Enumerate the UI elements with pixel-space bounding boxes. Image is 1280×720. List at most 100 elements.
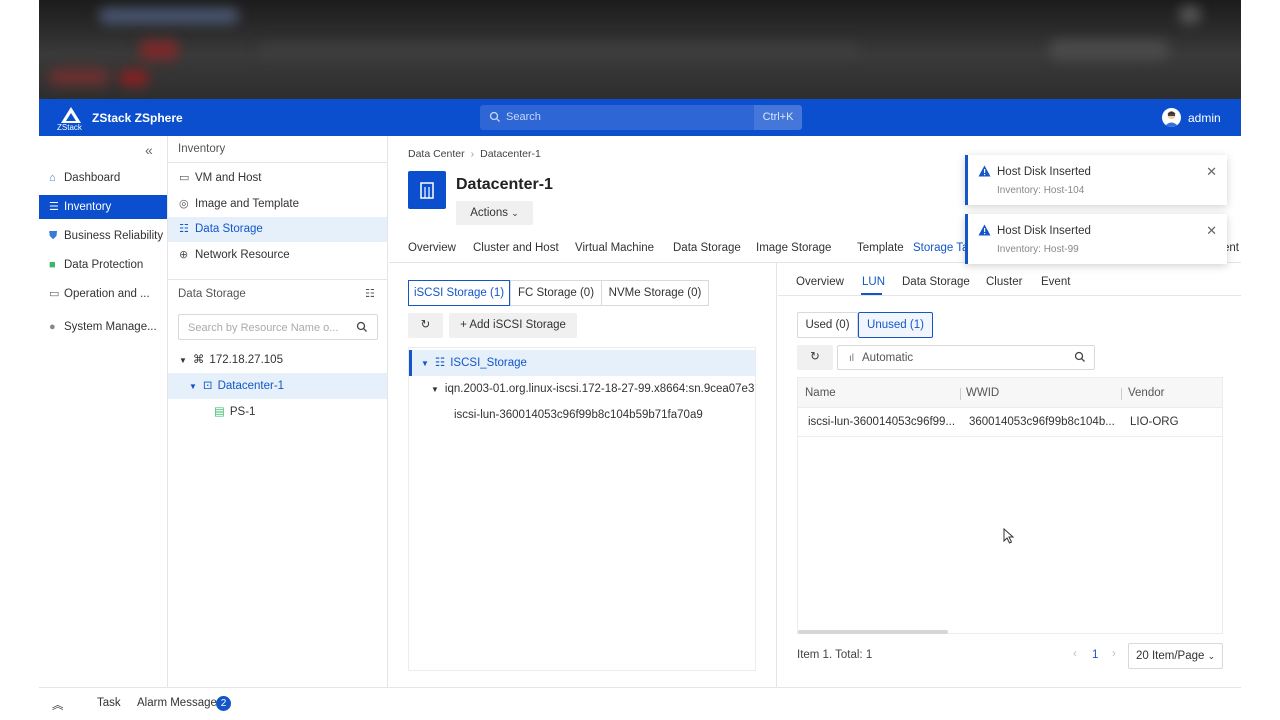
breadcrumb: Data Center › Datacenter-1 bbox=[408, 148, 541, 160]
tab-overview[interactable]: Overview bbox=[408, 242, 456, 254]
used-filter-button[interactable]: Used (0) bbox=[797, 312, 858, 338]
zstack-app: ZStack ZStack ZSphere Search Ctrl+K admi… bbox=[39, 99, 1241, 720]
detail-tab-lun[interactable]: LUN bbox=[862, 276, 885, 288]
detail-tab-overview[interactable]: Overview bbox=[796, 276, 844, 288]
search-icon[interactable] bbox=[1074, 351, 1086, 366]
caret-down-icon[interactable]: ▼ bbox=[179, 356, 187, 365]
tree-row-lun[interactable]: iscsi-lun-360014053c96f99b8c104b59b71fa7… bbox=[409, 402, 755, 428]
nav-label: Inventory bbox=[64, 201, 112, 213]
nav-item-system[interactable]: ● System Manage... bbox=[39, 315, 167, 339]
column-separator[interactable] bbox=[960, 388, 961, 400]
caret-down-icon[interactable]: ▼ bbox=[421, 359, 429, 368]
expand-up-icon[interactable]: ︽ bbox=[52, 697, 64, 713]
detail-tab-divider bbox=[778, 295, 1241, 296]
search-placeholder: Search bbox=[506, 111, 541, 123]
column-separator[interactable] bbox=[1121, 388, 1122, 400]
notification-toast[interactable]: Host Disk Inserted Inventory: Host-99 ✕ bbox=[965, 214, 1227, 264]
datacenter-icon: ⊡ bbox=[202, 380, 213, 392]
unused-filter-button[interactable]: Unused (1) bbox=[858, 312, 933, 338]
chevron-down-icon: ⌄ bbox=[1207, 651, 1216, 661]
cell-vendor: LIO-ORG bbox=[1130, 416, 1179, 428]
refresh-icon: ↻ bbox=[420, 319, 431, 331]
page-number[interactable]: 1 bbox=[1092, 649, 1098, 661]
refresh-button[interactable]: ↻ bbox=[797, 345, 833, 370]
tab-nvme-storage[interactable]: NVMe Storage (0) bbox=[601, 280, 709, 306]
chevron-right-icon: › bbox=[470, 148, 475, 160]
nav-item-inventory[interactable]: ☰ Inventory bbox=[39, 195, 167, 219]
table-header: Name WWID Vendor bbox=[798, 378, 1222, 408]
tab-data-storage[interactable]: Data Storage bbox=[673, 242, 741, 254]
notification-toast[interactable]: Host Disk Inserted Inventory: Host-104 ✕ bbox=[965, 155, 1227, 205]
horizontal-scrollbar[interactable] bbox=[798, 630, 948, 634]
tab-cluster-host[interactable]: Cluster and Host bbox=[473, 242, 559, 254]
resource-search-input[interactable]: Search by Resource Name o... bbox=[178, 314, 378, 340]
breadcrumb-item[interactable]: Data Center bbox=[408, 148, 465, 160]
column-header-name[interactable]: Name bbox=[805, 387, 836, 399]
tree-node-datacenter[interactable]: ▼ ⊡ Datacenter-1 bbox=[168, 373, 387, 399]
inv-item-vm-host[interactable]: ▭ VM and Host bbox=[168, 166, 387, 191]
nav-label: Business Reliability bbox=[64, 230, 164, 242]
alarm-message-button[interactable]: Alarm Message bbox=[137, 697, 217, 709]
toast-title: Host Disk Inserted bbox=[997, 166, 1091, 178]
divider bbox=[168, 162, 387, 163]
inv-item-network[interactable]: ⊕ Network Resource bbox=[168, 243, 387, 268]
add-iscsi-storage-button[interactable]: + Add iSCSI Storage bbox=[449, 313, 577, 338]
tree-row-iscsi-storage[interactable]: ▼ ☷ ISCSI_Storage bbox=[409, 350, 755, 376]
tree-settings-icon[interactable]: ☷ bbox=[365, 287, 375, 300]
globe-icon: ⊕ bbox=[179, 249, 189, 261]
nav-item-data-protection[interactable]: ■ Data Protection bbox=[39, 253, 167, 277]
storage-icon: ▤ bbox=[214, 406, 225, 418]
avatar[interactable] bbox=[1162, 108, 1181, 127]
next-page-icon[interactable]: › bbox=[1112, 648, 1116, 660]
prev-page-icon[interactable]: ‹ bbox=[1073, 648, 1077, 660]
actions-button[interactable]: Actions ⌄ bbox=[456, 201, 533, 225]
caret-down-icon[interactable]: ▼ bbox=[189, 382, 197, 391]
close-icon[interactable]: ✕ bbox=[1206, 164, 1217, 180]
inv-item-image-template[interactable]: ◎ Image and Template bbox=[168, 192, 387, 217]
inv-item-data-storage[interactable]: ☷ Data Storage bbox=[168, 217, 387, 242]
row-divider bbox=[798, 436, 1222, 437]
pagination-summary: Item 1. Total: 1 bbox=[797, 649, 873, 661]
page-size-select[interactable]: 20 Item/Page ⌄ bbox=[1128, 643, 1223, 669]
column-header-vendor[interactable]: Vendor bbox=[1128, 387, 1164, 399]
user-name[interactable]: admin bbox=[1188, 111, 1221, 125]
tab-storage-target[interactable]: Storage Ta bbox=[913, 242, 968, 254]
tab-template[interactable]: Template bbox=[857, 242, 904, 254]
global-search[interactable]: Search Ctrl+K bbox=[480, 105, 802, 130]
inventory-icon: ☰ bbox=[49, 201, 59, 213]
detail-tab-data-storage[interactable]: Data Storage bbox=[902, 276, 970, 288]
mouse-cursor-icon bbox=[1003, 527, 1015, 547]
tab-iscsi-storage[interactable]: iSCSI Storage (1) bbox=[408, 280, 510, 306]
tree-node-ps[interactable]: ▤ PS-1 bbox=[168, 399, 387, 425]
column-header-wwid[interactable]: WWID bbox=[966, 387, 999, 399]
search-icon[interactable] bbox=[356, 321, 368, 336]
cell-wwid: 360014053c96f99b8c104b... bbox=[969, 416, 1115, 428]
toast-title: Host Disk Inserted bbox=[997, 225, 1091, 237]
top-header: ZStack ZStack ZSphere Search Ctrl+K admi… bbox=[39, 99, 1241, 136]
inv-label: VM and Host bbox=[195, 172, 262, 184]
detail-tab-cluster[interactable]: Cluster bbox=[986, 276, 1022, 288]
task-button[interactable]: Task bbox=[97, 697, 121, 709]
caret-down-icon[interactable]: ▼ bbox=[431, 385, 439, 394]
operation-icon: ▭ bbox=[49, 288, 60, 300]
refresh-button[interactable]: ↻ bbox=[408, 313, 443, 338]
inventory-title: Inventory bbox=[178, 143, 226, 155]
nav-item-operation[interactable]: ▭ Operation and ... bbox=[39, 282, 167, 306]
filter-input[interactable]: ıl Automatic bbox=[837, 345, 1095, 370]
tree-node-host[interactable]: ▼ ⌘ 172.18.27.105 bbox=[168, 347, 387, 373]
inventory-pane: Inventory ▭ VM and Host ◎ Image and Templa… bbox=[168, 136, 388, 687]
tree-row-iqn[interactable]: ▼ iqn.2003-01.org.linux-iscsi.172-18-27-9… bbox=[409, 376, 755, 402]
tab-fc-storage[interactable]: FC Storage (0) bbox=[510, 280, 602, 306]
page-size-value: 20 Item/Page bbox=[1136, 650, 1205, 662]
lun-table: Name WWID Vendor iscsi-lun-360014053c96f… bbox=[797, 377, 1223, 634]
tree-label: iqn.2003-01.org.linux-iscsi.172-18-27-99… bbox=[444, 383, 755, 395]
detail-tab-event[interactable]: Event bbox=[1041, 276, 1070, 288]
tab-image-storage[interactable]: Image Storage bbox=[756, 242, 831, 254]
tab-virtual-machine[interactable]: Virtual Machine bbox=[575, 242, 654, 254]
nav-item-dashboard[interactable]: ⌂ Dashboard bbox=[39, 166, 167, 190]
collapse-icon[interactable]: « bbox=[145, 142, 153, 158]
warning-icon bbox=[978, 224, 991, 239]
divider bbox=[168, 279, 387, 280]
nav-item-business-reliability[interactable]: ⛊ Business Reliability bbox=[39, 224, 167, 248]
close-icon[interactable]: ✕ bbox=[1206, 223, 1217, 239]
